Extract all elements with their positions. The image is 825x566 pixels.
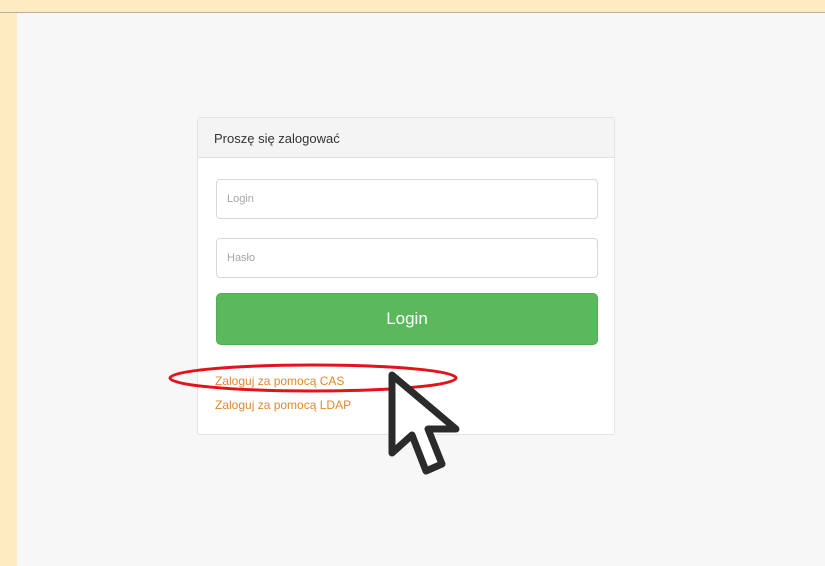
ldap-login-link[interactable]: Zaloguj za pomocą LDAP	[215, 398, 351, 412]
cas-login-link[interactable]: Zaloguj za pomocą CAS	[215, 374, 344, 388]
login-panel: Proszę się zalogować Login Zaloguj za po…	[197, 117, 615, 435]
login-input[interactable]	[216, 179, 598, 219]
login-button[interactable]: Login	[216, 293, 598, 345]
top-bar	[0, 0, 825, 13]
password-input[interactable]	[216, 238, 598, 278]
panel-title: Proszę się zalogować	[198, 118, 614, 158]
